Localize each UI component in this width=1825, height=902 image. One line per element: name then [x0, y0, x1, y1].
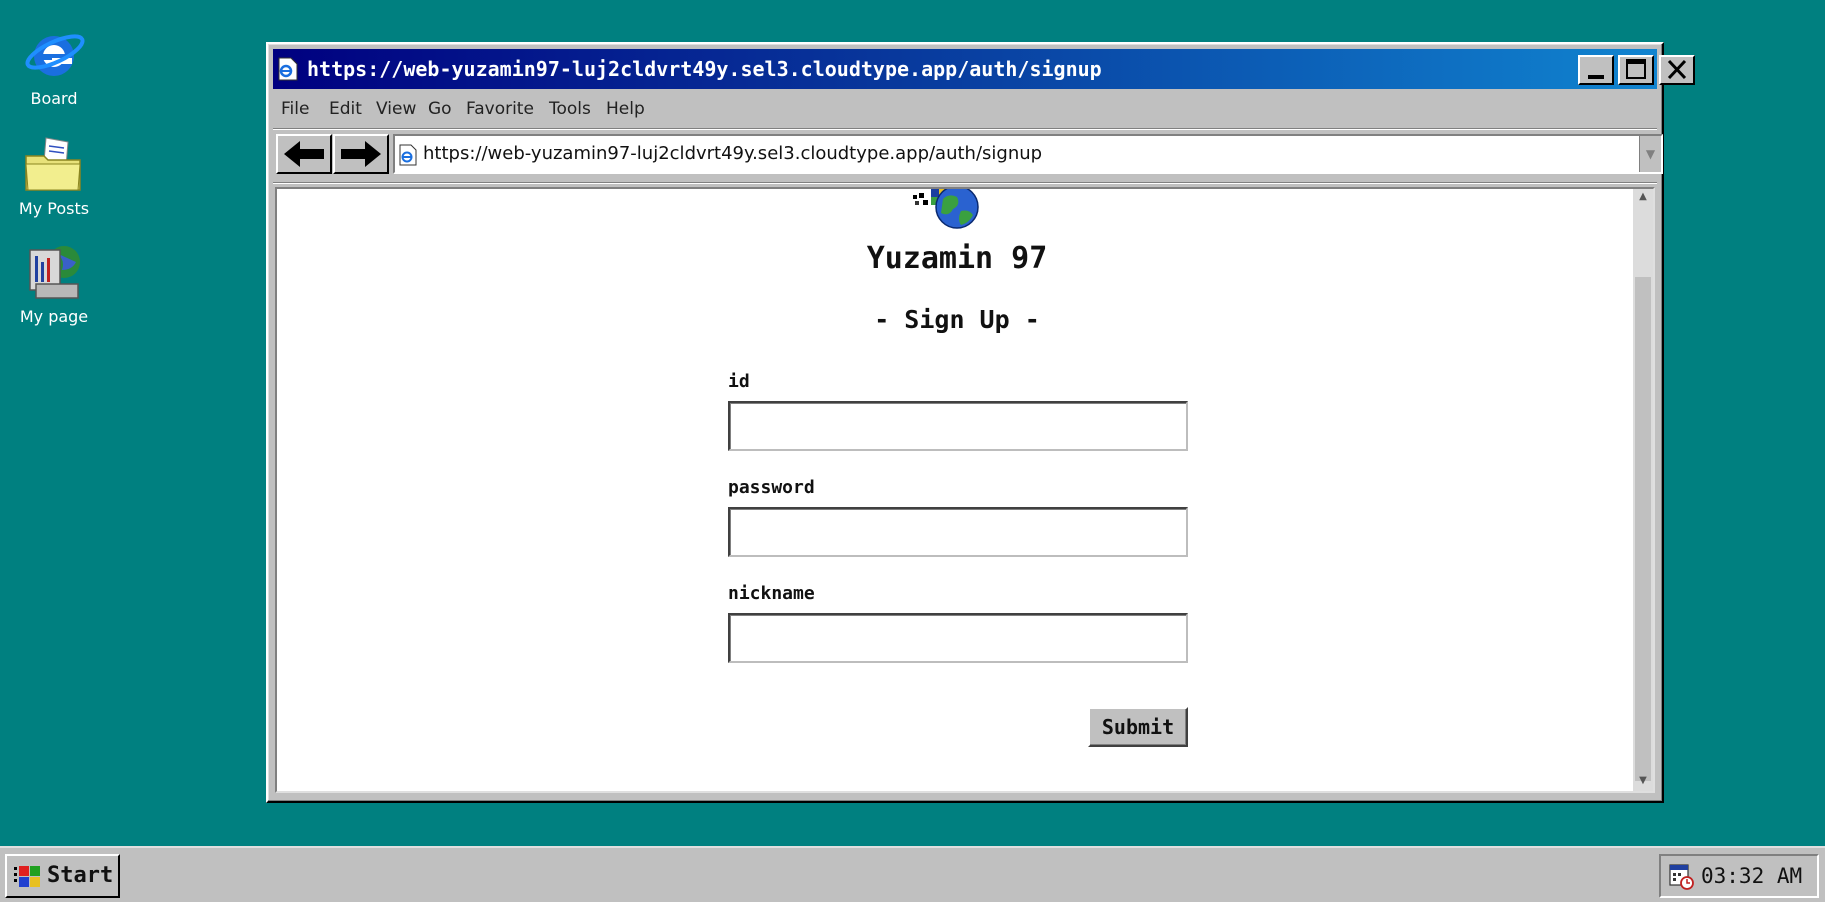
- desktop-icon-label: My page: [19, 307, 89, 326]
- id-input[interactable]: [728, 401, 1188, 451]
- maximize-button[interactable]: [1618, 55, 1654, 85]
- maximize-icon: [1626, 59, 1646, 79]
- internet-explorer-icon: [22, 22, 86, 86]
- close-button[interactable]: [1659, 55, 1695, 85]
- address-dropdown-button[interactable]: ▼: [1639, 136, 1661, 172]
- menu-bar: File Edit View Go Favorite Tools Help: [273, 94, 1657, 124]
- scroll-down-arrow-icon[interactable]: ▼: [1633, 775, 1653, 786]
- system-tray: 03:32 AM: [1659, 854, 1819, 898]
- page-title: - Sign Up -: [874, 305, 1040, 334]
- forward-arrow-icon: [341, 141, 381, 167]
- menu-edit[interactable]: Edit: [329, 99, 362, 119]
- toolbar-separator: [273, 182, 1657, 184]
- password-label: password: [728, 477, 815, 498]
- desktop-icon-label: My Posts: [18, 199, 90, 218]
- computer-icon: [22, 240, 86, 304]
- close-icon: [1667, 59, 1687, 80]
- page-icon: [277, 57, 299, 81]
- address-text: https://web-yuzamin97-luj2cldvrt49y.sel3…: [423, 143, 1043, 164]
- menu-file[interactable]: File: [281, 99, 309, 119]
- menu-favorite[interactable]: Favorite: [466, 99, 534, 119]
- desktop-icon-my-page[interactable]: My page: [8, 240, 100, 326]
- id-label: id: [728, 371, 750, 392]
- back-arrow-icon: [284, 141, 324, 167]
- minimize-icon: [1588, 75, 1604, 79]
- desktop-icon-my-posts[interactable]: My Posts: [8, 132, 100, 218]
- nickname-input[interactable]: [728, 613, 1188, 663]
- windows-logo-icon: [13, 864, 43, 890]
- logo: [909, 189, 991, 231]
- minimize-button[interactable]: [1578, 55, 1614, 85]
- submit-button[interactable]: Submit: [1088, 707, 1188, 747]
- address-bar[interactable]: https://web-yuzamin97-luj2cldvrt49y.sel3…: [393, 134, 1663, 174]
- vertical-scrollbar[interactable]: ▲ ▼: [1633, 189, 1653, 791]
- page-viewport: Yuzamin 97 - Sign Up - id password nickn…: [275, 187, 1655, 793]
- desktop-icon-board[interactable]: Board: [8, 22, 100, 108]
- menu-separator: [273, 128, 1657, 130]
- scrollbar-thumb[interactable]: [1635, 277, 1651, 781]
- start-label: Start: [47, 863, 114, 888]
- clock[interactable]: 03:32 AM: [1701, 864, 1802, 888]
- nickname-label: nickname: [728, 583, 815, 604]
- menu-help[interactable]: Help: [606, 99, 645, 119]
- taskbar: Start 03:32 AM: [0, 846, 1825, 902]
- forward-button[interactable]: [333, 134, 389, 174]
- menu-view[interactable]: View: [376, 99, 416, 119]
- window-title: https://web-yuzamin97-luj2cldvrt49y.sel3…: [307, 57, 1102, 81]
- menu-tools[interactable]: Tools: [549, 99, 591, 119]
- page-icon: [397, 144, 419, 166]
- browser-window: https://web-yuzamin97-luj2cldvrt49y.sel3…: [266, 42, 1695, 803]
- start-button[interactable]: Start: [5, 854, 120, 898]
- desktop-icon-label: Board: [30, 89, 78, 108]
- menu-go[interactable]: Go: [428, 99, 452, 119]
- scroll-up-arrow-icon[interactable]: ▲: [1633, 191, 1653, 202]
- app-title: Yuzamin 97: [866, 241, 1048, 276]
- toolbar: https://web-yuzamin97-luj2cldvrt49y.sel3…: [273, 132, 1663, 178]
- calendar-icon[interactable]: [1669, 862, 1695, 890]
- password-input[interactable]: [728, 507, 1188, 557]
- folder-icon: [22, 132, 86, 196]
- title-bar[interactable]: https://web-yuzamin97-luj2cldvrt49y.sel3…: [273, 49, 1695, 89]
- back-button[interactable]: [276, 134, 332, 174]
